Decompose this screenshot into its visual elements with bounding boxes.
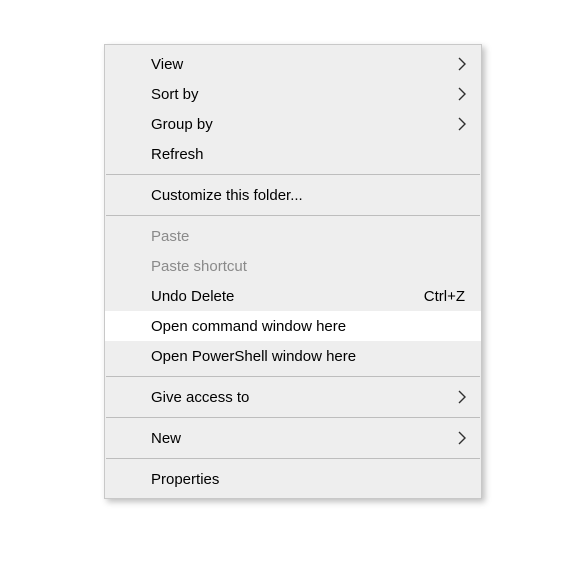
menu-item-paste: Paste [105,221,481,251]
menu-item-undo-delete[interactable]: Undo Delete Ctrl+Z [105,281,481,311]
menu-item-paste-shortcut: Paste shortcut [105,251,481,281]
menu-item-sort-by[interactable]: Sort by [105,79,481,109]
context-menu: View Sort by Group by Refresh Customize … [104,44,482,499]
chevron-right-icon [457,56,467,72]
menu-item-group-by[interactable]: Group by [105,109,481,139]
menu-item-label: Properties [151,471,465,488]
menu-separator [106,458,480,459]
chevron-right-icon [457,430,467,446]
menu-item-view[interactable]: View [105,49,481,79]
menu-item-properties[interactable]: Properties [105,464,481,494]
menu-item-customize-folder[interactable]: Customize this folder... [105,180,481,210]
menu-item-label: Give access to [151,389,465,406]
menu-item-refresh[interactable]: Refresh [105,139,481,169]
menu-item-label: New [151,430,465,447]
menu-separator [106,376,480,377]
menu-item-label: Customize this folder... [151,187,465,204]
menu-item-give-access-to[interactable]: Give access to [105,382,481,412]
menu-item-new[interactable]: New [105,423,481,453]
menu-item-open-powershell-window[interactable]: Open PowerShell window here [105,341,481,371]
chevron-right-icon [457,116,467,132]
menu-separator [106,215,480,216]
menu-item-label: Open PowerShell window here [151,348,465,365]
menu-item-label: Group by [151,116,465,133]
menu-item-shortcut: Ctrl+Z [424,288,465,305]
menu-item-open-command-window[interactable]: Open command window here [105,311,481,341]
menu-item-label: Paste [151,228,465,245]
chevron-right-icon [457,86,467,102]
menu-item-label: View [151,56,465,73]
menu-item-label: Undo Delete [151,288,404,305]
menu-item-label: Open command window here [151,318,465,335]
menu-separator [106,174,480,175]
menu-item-label: Sort by [151,86,465,103]
menu-item-label: Refresh [151,146,465,163]
chevron-right-icon [457,389,467,405]
menu-separator [106,417,480,418]
menu-item-label: Paste shortcut [151,258,465,275]
